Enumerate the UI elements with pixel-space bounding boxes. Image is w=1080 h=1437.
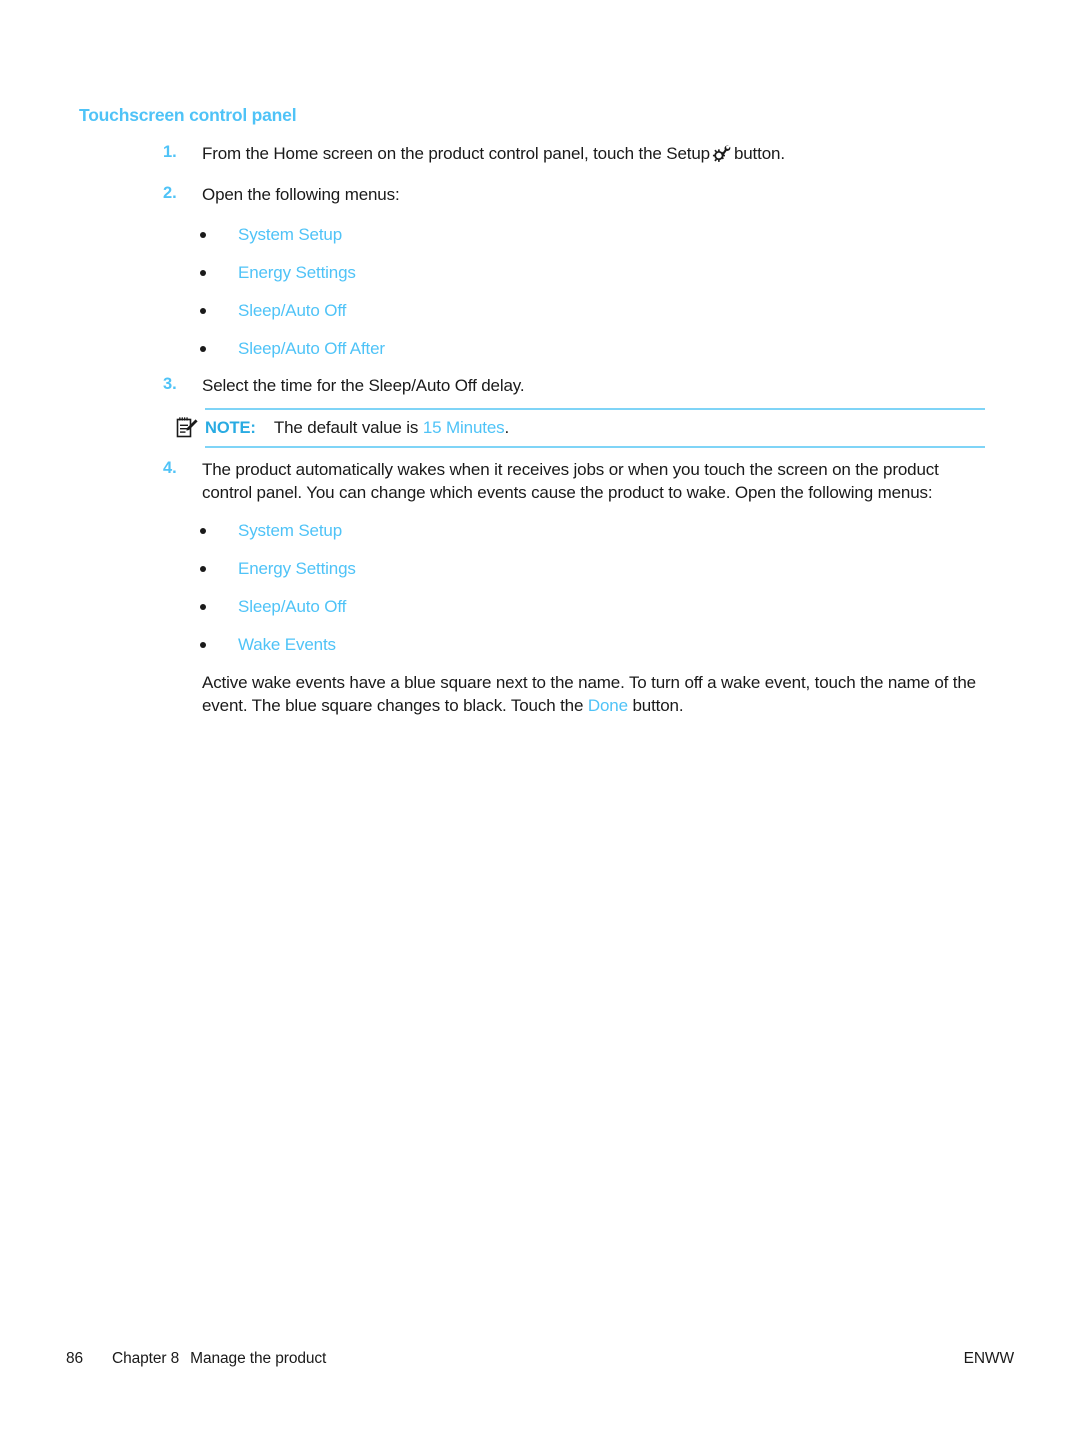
menu-item-label: Energy Settings: [238, 559, 356, 578]
step-item-2: 2. Open the following menus:: [163, 184, 985, 207]
list-item: System Setup: [200, 512, 356, 550]
list-item: Energy Settings: [200, 550, 356, 588]
setup-wrench-gear-icon: [712, 144, 732, 163]
list-item: Energy Settings: [200, 254, 385, 292]
bullet-icon: [200, 308, 206, 314]
bullet-icon: [200, 642, 206, 648]
step-item-1: 1. From the Home screen on the product c…: [163, 143, 985, 166]
list-item: Sleep/Auto Off After: [200, 330, 385, 368]
step-number: 2.: [163, 184, 177, 202]
footer-page-number: 86: [66, 1350, 84, 1367]
list-item: System Setup: [200, 216, 385, 254]
list-item: Sleep/Auto Off: [200, 292, 385, 330]
menu-item-label: Energy Settings: [238, 263, 356, 282]
note-bottom-rule: [205, 446, 985, 448]
menu-item-label: System Setup: [238, 225, 343, 244]
bullet-icon: [200, 270, 206, 276]
note-text: The default value is 15 Minutes.: [274, 418, 509, 438]
note-value: 15 Minutes: [422, 418, 505, 437]
step-1-text-after: button.: [733, 144, 785, 163]
note-text-before: The default value is: [273, 418, 419, 437]
step-item-3: 3. Select the time for the Sleep/Auto Of…: [163, 375, 985, 398]
document-page: Touchscreen control panel 1. From the Ho…: [0, 0, 1080, 1437]
step-text: Open the following menus:: [202, 185, 400, 204]
step-number: 4.: [163, 459, 177, 477]
step-1-text-before: From the Home screen on the product cont…: [202, 144, 710, 163]
bullet-icon: [200, 604, 206, 610]
closing-paragraph: Active wake events have a blue square ne…: [202, 672, 985, 717]
step-number: 1.: [163, 143, 177, 161]
bullet-icon: [200, 232, 206, 238]
menu-item-label: Wake Events: [238, 635, 336, 654]
menu-path-list-2: System Setup Energy Settings Sleep/Auto …: [200, 512, 356, 664]
list-item: Sleep/Auto Off: [200, 588, 356, 626]
step-item-4: 4. The product automatically wakes when …: [163, 459, 985, 504]
note-pad-pencil-icon: [175, 416, 199, 440]
step-text: Select the time for the Sleep/Auto Off d…: [202, 376, 525, 395]
page-title: Touchscreen control panel: [79, 105, 297, 125]
bullet-icon: [200, 528, 206, 534]
menu-item-label: System Setup: [238, 521, 343, 540]
menu-item-label: Sleep/Auto Off: [238, 597, 347, 616]
step-text: The product automatically wakes when it …: [202, 460, 939, 502]
list-item: Wake Events: [200, 626, 356, 664]
footer-locale-code: ENWW: [963, 1350, 1015, 1367]
note-label: NOTE:: [205, 418, 256, 437]
step-text: From the Home screen on the product cont…: [202, 143, 985, 166]
bullet-icon: [200, 566, 206, 572]
note-admonition: NOTE: The default value is 15 Minutes.: [175, 408, 985, 448]
note-text-after: .: [504, 418, 510, 437]
note-content: NOTE: The default value is 15 Minutes.: [175, 410, 985, 446]
done-button-reference: Done: [587, 695, 628, 715]
footer-chapter: Chapter 8: [112, 1350, 180, 1367]
page-footer: 86 Chapter 8 Manage the product ENWW: [66, 1350, 1014, 1368]
menu-item-label: Sleep/Auto Off After: [238, 339, 385, 358]
bullet-icon: [200, 346, 206, 352]
menu-item-label: Sleep/Auto Off: [238, 301, 347, 320]
menu-path-list-1: System Setup Energy Settings Sleep/Auto …: [200, 216, 385, 368]
footer-chapter-title: Manage the product: [190, 1350, 327, 1367]
closing-paragraph-part2: button.: [632, 695, 684, 715]
step-number: 3.: [163, 375, 177, 393]
